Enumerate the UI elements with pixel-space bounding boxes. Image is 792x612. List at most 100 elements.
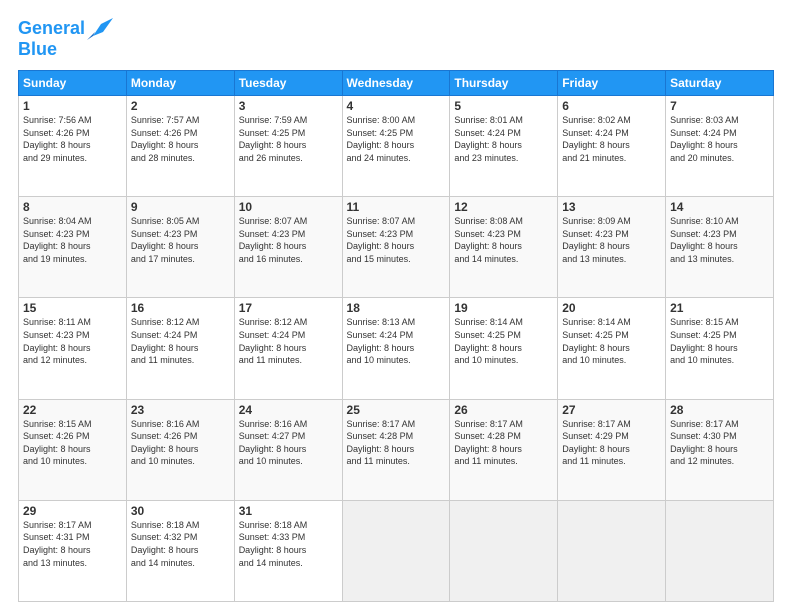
day-info: Sunrise: 8:17 AM Sunset: 4:31 PM Dayligh… [23, 519, 122, 569]
calendar-cell: 31Sunrise: 8:18 AM Sunset: 4:33 PM Dayli… [234, 500, 342, 601]
day-number: 1 [23, 99, 122, 113]
day-info: Sunrise: 8:17 AM Sunset: 4:28 PM Dayligh… [454, 418, 553, 468]
day-number: 20 [562, 301, 661, 315]
day-number: 7 [670, 99, 769, 113]
day-info: Sunrise: 8:13 AM Sunset: 4:24 PM Dayligh… [347, 316, 446, 366]
calendar-cell: 2Sunrise: 7:57 AM Sunset: 4:26 PM Daylig… [126, 96, 234, 197]
calendar-cell: 21Sunrise: 8:15 AM Sunset: 4:25 PM Dayli… [666, 298, 774, 399]
day-info: Sunrise: 8:14 AM Sunset: 4:25 PM Dayligh… [454, 316, 553, 366]
weekday-header-sunday: Sunday [19, 71, 127, 96]
day-info: Sunrise: 8:12 AM Sunset: 4:24 PM Dayligh… [239, 316, 338, 366]
day-info: Sunrise: 8:09 AM Sunset: 4:23 PM Dayligh… [562, 215, 661, 265]
day-info: Sunrise: 8:10 AM Sunset: 4:23 PM Dayligh… [670, 215, 769, 265]
day-info: Sunrise: 8:04 AM Sunset: 4:23 PM Dayligh… [23, 215, 122, 265]
calendar-cell: 17Sunrise: 8:12 AM Sunset: 4:24 PM Dayli… [234, 298, 342, 399]
day-number: 13 [562, 200, 661, 214]
day-number: 19 [454, 301, 553, 315]
calendar-cell: 6Sunrise: 8:02 AM Sunset: 4:24 PM Daylig… [558, 96, 666, 197]
day-number: 24 [239, 403, 338, 417]
calendar-cell: 28Sunrise: 8:17 AM Sunset: 4:30 PM Dayli… [666, 399, 774, 500]
calendar-cell: 20Sunrise: 8:14 AM Sunset: 4:25 PM Dayli… [558, 298, 666, 399]
weekday-header-thursday: Thursday [450, 71, 558, 96]
day-info: Sunrise: 8:01 AM Sunset: 4:24 PM Dayligh… [454, 114, 553, 164]
day-number: 16 [131, 301, 230, 315]
calendar-cell: 8Sunrise: 8:04 AM Sunset: 4:23 PM Daylig… [19, 197, 127, 298]
calendar-cell: 15Sunrise: 8:11 AM Sunset: 4:23 PM Dayli… [19, 298, 127, 399]
day-info: Sunrise: 8:02 AM Sunset: 4:24 PM Dayligh… [562, 114, 661, 164]
calendar-cell: 9Sunrise: 8:05 AM Sunset: 4:23 PM Daylig… [126, 197, 234, 298]
calendar-week-2: 8Sunrise: 8:04 AM Sunset: 4:23 PM Daylig… [19, 197, 774, 298]
day-number: 14 [670, 200, 769, 214]
day-info: Sunrise: 8:16 AM Sunset: 4:27 PM Dayligh… [239, 418, 338, 468]
logo-blue-text: Blue [18, 39, 57, 59]
calendar-week-5: 29Sunrise: 8:17 AM Sunset: 4:31 PM Dayli… [19, 500, 774, 601]
day-info: Sunrise: 8:08 AM Sunset: 4:23 PM Dayligh… [454, 215, 553, 265]
calendar-cell: 7Sunrise: 8:03 AM Sunset: 4:24 PM Daylig… [666, 96, 774, 197]
day-number: 18 [347, 301, 446, 315]
day-number: 27 [562, 403, 661, 417]
calendar-cell: 24Sunrise: 8:16 AM Sunset: 4:27 PM Dayli… [234, 399, 342, 500]
calendar-cell: 4Sunrise: 8:00 AM Sunset: 4:25 PM Daylig… [342, 96, 450, 197]
weekday-header-row: SundayMondayTuesdayWednesdayThursdayFrid… [19, 71, 774, 96]
calendar-cell: 26Sunrise: 8:17 AM Sunset: 4:28 PM Dayli… [450, 399, 558, 500]
day-info: Sunrise: 8:00 AM Sunset: 4:25 PM Dayligh… [347, 114, 446, 164]
calendar-cell: 16Sunrise: 8:12 AM Sunset: 4:24 PM Dayli… [126, 298, 234, 399]
day-info: Sunrise: 8:18 AM Sunset: 4:33 PM Dayligh… [239, 519, 338, 569]
calendar-cell [666, 500, 774, 601]
calendar-week-3: 15Sunrise: 8:11 AM Sunset: 4:23 PM Dayli… [19, 298, 774, 399]
calendar-cell: 23Sunrise: 8:16 AM Sunset: 4:26 PM Dayli… [126, 399, 234, 500]
day-number: 9 [131, 200, 230, 214]
calendar-cell: 18Sunrise: 8:13 AM Sunset: 4:24 PM Dayli… [342, 298, 450, 399]
day-info: Sunrise: 8:17 AM Sunset: 4:28 PM Dayligh… [347, 418, 446, 468]
calendar-cell [342, 500, 450, 601]
day-number: 26 [454, 403, 553, 417]
weekday-header-tuesday: Tuesday [234, 71, 342, 96]
calendar-table: SundayMondayTuesdayWednesdayThursdayFrid… [18, 70, 774, 602]
weekday-header-wednesday: Wednesday [342, 71, 450, 96]
day-number: 29 [23, 504, 122, 518]
day-info: Sunrise: 7:56 AM Sunset: 4:26 PM Dayligh… [23, 114, 122, 164]
day-number: 21 [670, 301, 769, 315]
day-info: Sunrise: 8:07 AM Sunset: 4:23 PM Dayligh… [347, 215, 446, 265]
day-info: Sunrise: 7:59 AM Sunset: 4:25 PM Dayligh… [239, 114, 338, 164]
day-info: Sunrise: 8:14 AM Sunset: 4:25 PM Dayligh… [562, 316, 661, 366]
calendar-cell: 13Sunrise: 8:09 AM Sunset: 4:23 PM Dayli… [558, 197, 666, 298]
calendar-cell [450, 500, 558, 601]
calendar-cell: 19Sunrise: 8:14 AM Sunset: 4:25 PM Dayli… [450, 298, 558, 399]
calendar-cell: 1Sunrise: 7:56 AM Sunset: 4:26 PM Daylig… [19, 96, 127, 197]
day-number: 2 [131, 99, 230, 113]
day-number: 10 [239, 200, 338, 214]
calendar-week-1: 1Sunrise: 7:56 AM Sunset: 4:26 PM Daylig… [19, 96, 774, 197]
day-number: 22 [23, 403, 122, 417]
calendar-cell: 10Sunrise: 8:07 AM Sunset: 4:23 PM Dayli… [234, 197, 342, 298]
page: General Blue SundayMondayTuesdayWednesda… [0, 0, 792, 612]
weekday-header-saturday: Saturday [666, 71, 774, 96]
calendar-cell: 25Sunrise: 8:17 AM Sunset: 4:28 PM Dayli… [342, 399, 450, 500]
calendar-cell: 3Sunrise: 7:59 AM Sunset: 4:25 PM Daylig… [234, 96, 342, 197]
header: General Blue [18, 18, 774, 60]
day-number: 11 [347, 200, 446, 214]
calendar-week-4: 22Sunrise: 8:15 AM Sunset: 4:26 PM Dayli… [19, 399, 774, 500]
day-number: 15 [23, 301, 122, 315]
day-number: 25 [347, 403, 446, 417]
day-number: 6 [562, 99, 661, 113]
day-info: Sunrise: 8:15 AM Sunset: 4:25 PM Dayligh… [670, 316, 769, 366]
day-number: 31 [239, 504, 338, 518]
day-number: 12 [454, 200, 553, 214]
day-info: Sunrise: 7:57 AM Sunset: 4:26 PM Dayligh… [131, 114, 230, 164]
day-info: Sunrise: 8:17 AM Sunset: 4:29 PM Dayligh… [562, 418, 661, 468]
calendar-cell: 27Sunrise: 8:17 AM Sunset: 4:29 PM Dayli… [558, 399, 666, 500]
day-info: Sunrise: 8:11 AM Sunset: 4:23 PM Dayligh… [23, 316, 122, 366]
calendar-cell [558, 500, 666, 601]
calendar-cell: 14Sunrise: 8:10 AM Sunset: 4:23 PM Dayli… [666, 197, 774, 298]
day-number: 28 [670, 403, 769, 417]
day-info: Sunrise: 8:12 AM Sunset: 4:24 PM Dayligh… [131, 316, 230, 366]
calendar-cell: 5Sunrise: 8:01 AM Sunset: 4:24 PM Daylig… [450, 96, 558, 197]
calendar-cell: 11Sunrise: 8:07 AM Sunset: 4:23 PM Dayli… [342, 197, 450, 298]
day-info: Sunrise: 8:07 AM Sunset: 4:23 PM Dayligh… [239, 215, 338, 265]
day-info: Sunrise: 8:03 AM Sunset: 4:24 PM Dayligh… [670, 114, 769, 164]
logo-text: General [18, 19, 85, 39]
calendar-cell: 29Sunrise: 8:17 AM Sunset: 4:31 PM Dayli… [19, 500, 127, 601]
logo-bird-icon [87, 18, 113, 40]
calendar-cell: 22Sunrise: 8:15 AM Sunset: 4:26 PM Dayli… [19, 399, 127, 500]
